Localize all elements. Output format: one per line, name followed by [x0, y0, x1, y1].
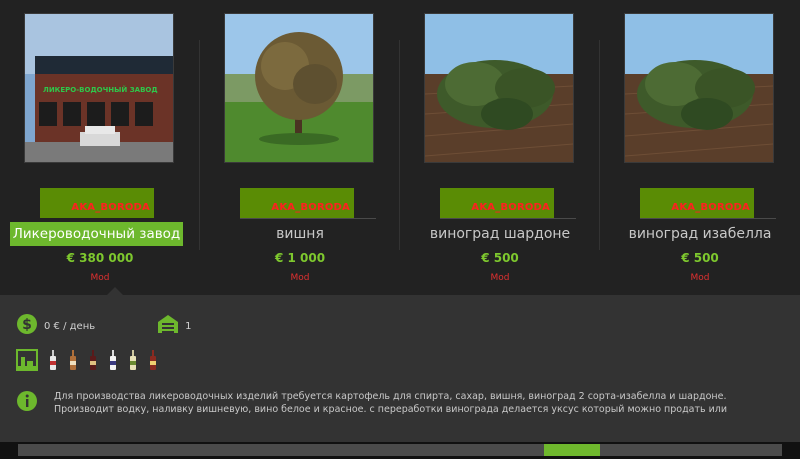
info-icon	[16, 390, 38, 416]
shop-item-grape-isabella[interactable]: AKA_BORODA виноград изабелла € 500 Mod	[600, 0, 800, 295]
bottle-icon	[88, 349, 98, 375]
item-image	[424, 13, 574, 163]
horizontal-scrollbar[interactable]	[0, 442, 800, 459]
item-type: Mod	[290, 273, 310, 283]
bottle-icon	[128, 349, 138, 375]
author-badge: AKA_BORODA	[40, 188, 154, 218]
item-name: Ликероводочный завод	[10, 222, 183, 246]
item-image	[224, 13, 374, 163]
item-name: виноград изабелла	[628, 226, 772, 242]
item-price: € 500	[681, 251, 719, 265]
building-sign: ЛИКЕРО-ВОДОЧНЫЙ ЗАВОД	[43, 85, 158, 94]
bottle-icon	[108, 349, 118, 375]
bottle-icon	[148, 349, 158, 375]
svg-text:$: $	[22, 317, 32, 333]
author-badge: AKA_BORODA	[440, 188, 554, 218]
details-panel: $ 0 € / день 1 Для производства ликерово…	[0, 295, 800, 442]
author-badge: AKA_BORODA	[240, 188, 354, 218]
factory-icon	[16, 349, 38, 375]
item-image: ЛИКЕРО-ВОДОЧНЫЙ ЗАВОД	[24, 13, 174, 163]
item-price: € 500	[481, 251, 519, 265]
shop-list: ЛИКЕРО-ВОДОЧНЫЙ ЗАВОД AKA_BORODA Ликеров…	[0, 0, 800, 295]
shop-item-distillery[interactable]: ЛИКЕРО-ВОДОЧНЫЙ ЗАВОД AKA_BORODA Ликеров…	[0, 0, 200, 295]
item-price: € 380 000	[66, 251, 134, 265]
description-row: Для производства ликероводочных изделий …	[16, 390, 754, 416]
item-description: Для производства ликероводочных изделий …	[54, 391, 728, 415]
bottle-icon	[68, 349, 78, 375]
selection-pointer	[107, 287, 123, 295]
shop-item-grape-chardonnay[interactable]: AKA_BORODA виноград шардоне € 500 Mod	[400, 0, 600, 295]
item-type: Mod	[90, 273, 110, 283]
item-name: виноград шардоне	[429, 226, 571, 242]
capacity-icon	[157, 314, 179, 338]
cost-per-day: 0 € / день	[44, 320, 96, 332]
item-price: € 1 000	[274, 251, 326, 265]
item-name: вишня	[276, 226, 324, 242]
capacity-value: 1	[185, 320, 192, 332]
author-badge: AKA_BORODA	[640, 188, 754, 218]
products-row	[16, 349, 158, 375]
scrollbar-thumb[interactable]	[544, 444, 600, 456]
item-image	[624, 13, 774, 163]
shop-item-cherry[interactable]: AKA_BORODA вишня € 1 000 Mod	[200, 0, 400, 295]
scrollbar-track[interactable]	[18, 444, 782, 456]
money-icon: $	[16, 313, 38, 339]
item-type: Mod	[690, 273, 710, 283]
bottle-icon	[48, 349, 58, 375]
item-type: Mod	[490, 273, 510, 283]
stats-row: $ 0 € / день 1	[16, 313, 192, 339]
